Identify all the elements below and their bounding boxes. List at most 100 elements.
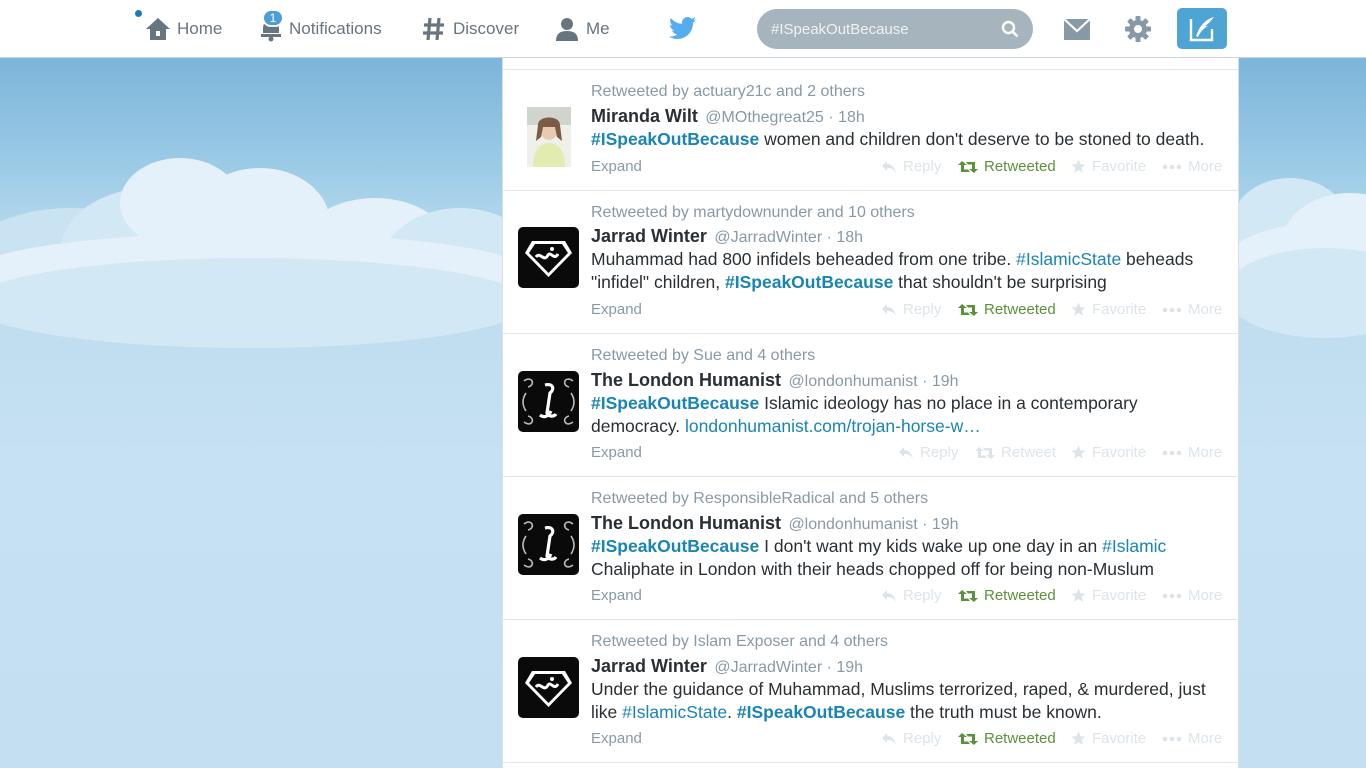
avatar[interactable] xyxy=(518,371,579,432)
nav-me[interactable]: Me xyxy=(554,0,610,58)
reply-action[interactable]: Reply xyxy=(881,587,941,604)
hashtag-link[interactable]: #ISpeakOutBecause xyxy=(591,536,759,556)
tweet-timestamp[interactable]: · 18h xyxy=(828,109,864,126)
more-action[interactable]: More xyxy=(1162,587,1222,604)
tweet-header: The London Humanist @londonhumanist · 19… xyxy=(591,513,959,534)
hashtag-link[interactable]: #ISpeakOutBecause xyxy=(591,129,759,149)
expand-link[interactable]: Expand xyxy=(591,301,642,318)
settings-gear-icon[interactable] xyxy=(1124,15,1152,43)
tweet[interactable]: Retweeted by Islam Exposer and 4 others … xyxy=(503,620,1238,763)
hashtag-icon xyxy=(423,17,444,41)
expand-link[interactable]: Expand xyxy=(591,730,642,747)
tweet[interactable]: Retweeted by actuary21c and 2 others Mir… xyxy=(503,70,1238,191)
reply-label: Reply xyxy=(903,158,942,175)
avatar[interactable] xyxy=(518,657,579,718)
more-action[interactable]: More xyxy=(1162,730,1222,747)
author-handle[interactable]: @londonhumanist xyxy=(788,373,917,390)
retweeted-label: Retweeted xyxy=(984,158,1056,175)
author-handle[interactable]: @londonhumanist xyxy=(788,516,917,533)
home-icon xyxy=(146,18,170,40)
more-action[interactable]: More xyxy=(1162,158,1222,175)
retweeted-by-context[interactable]: Retweeted by Islam Exposer and 4 others xyxy=(591,633,888,651)
search-input[interactable] xyxy=(771,20,1001,38)
search-box[interactable] xyxy=(757,9,1033,49)
star-icon xyxy=(1071,445,1086,459)
retweeted-by-context[interactable]: Retweeted by ResponsibleRadical and 5 ot… xyxy=(591,490,928,508)
tweet-header: The London Humanist @londonhumanist · 19… xyxy=(591,370,959,391)
retweet-icon xyxy=(958,303,978,316)
hashtag-link[interactable]: #ISpeakOutBecause xyxy=(591,393,759,413)
expand-link[interactable]: Expand xyxy=(591,444,642,461)
retweet-icon xyxy=(958,160,978,173)
reply-action[interactable]: Reply xyxy=(881,158,941,175)
tweet-timestamp[interactable]: · 19h xyxy=(922,373,958,390)
expand-link[interactable]: Expand xyxy=(591,158,642,175)
favorite-action[interactable]: Favorite xyxy=(1071,158,1146,175)
author-fullname[interactable]: Miranda Wilt xyxy=(591,106,698,126)
author-handle[interactable]: @JarradWinter xyxy=(714,659,822,676)
reply-arrow-icon xyxy=(882,589,896,602)
favorite-label: Favorite xyxy=(1092,301,1147,318)
hashtag-link[interactable]: #Islamic xyxy=(1102,536,1166,556)
author-fullname[interactable]: The London Humanist xyxy=(591,370,781,390)
tweet-timestamp[interactable]: · 19h xyxy=(922,516,958,533)
more-action[interactable]: More xyxy=(1162,444,1222,461)
favorite-action[interactable]: Favorite xyxy=(1071,301,1146,318)
favorite-action[interactable]: Favorite xyxy=(1071,444,1146,461)
hashtag-link[interactable]: #IslamicState xyxy=(622,702,727,722)
text-segment: that shouldn't be surprising xyxy=(893,272,1107,292)
tweet-timestamp[interactable]: · 19h xyxy=(827,659,863,676)
retweeted-action[interactable]: Retweeted xyxy=(958,301,1056,318)
retweeted-by-context[interactable]: Retweeted by actuary21c and 2 others xyxy=(591,83,865,101)
retweeted-action[interactable]: Retweeted xyxy=(958,730,1056,747)
hashtag-link[interactable]: #ISpeakOutBecause xyxy=(737,702,905,722)
author-handle[interactable]: @MOthegreat25 xyxy=(705,109,824,126)
tweet[interactable]: Retweeted by Sue and 4 others The London… xyxy=(503,334,1238,477)
messages-envelope-icon[interactable] xyxy=(1063,16,1091,42)
author-fullname[interactable]: The London Humanist xyxy=(591,513,781,533)
favorite-action[interactable]: Favorite xyxy=(1071,587,1146,604)
tweet-timestamp[interactable]: · 18h xyxy=(827,229,863,246)
twitter-bird-icon[interactable] xyxy=(669,16,697,40)
more-label: More xyxy=(1188,444,1223,461)
external-link[interactable]: londonhumanist.com/trojan-horse-w… xyxy=(685,416,981,436)
text-segment: the truth must be known. xyxy=(905,702,1102,722)
more-action[interactable]: More xyxy=(1162,301,1222,318)
tweet[interactable]: Retweeted by martydownunder and 10 other… xyxy=(503,191,1238,334)
hashtag-link[interactable]: #ISpeakOutBecause xyxy=(725,272,893,292)
notifications-count-badge: 1 xyxy=(262,9,284,27)
avatar[interactable] xyxy=(518,514,579,575)
tweet[interactable]: Retweeted by ResponsibleRadical and 5 ot… xyxy=(503,477,1238,620)
author-fullname[interactable]: Jarrad Winter xyxy=(591,656,707,676)
retweeted-by-context[interactable]: Retweeted by Sue and 4 others xyxy=(591,347,815,365)
author-handle[interactable]: @JarradWinter xyxy=(714,229,822,246)
text-segment: Muhammad had 800 infidels beheaded from … xyxy=(591,249,1017,269)
nav-discover-label: Discover xyxy=(453,19,520,38)
reply-action[interactable]: Reply xyxy=(881,301,941,318)
nav-discover[interactable]: Discover xyxy=(421,0,519,58)
retweet-action[interactable]: Retweet xyxy=(975,444,1056,461)
nav-me-label: Me xyxy=(586,19,610,38)
hashtag-link[interactable]: #IslamicState xyxy=(1016,249,1121,269)
reply-label: Reply xyxy=(920,444,959,461)
nav-notifications-label: Notifications xyxy=(289,19,382,38)
retweeted-by-context[interactable]: Retweeted by martydownunder and 10 other… xyxy=(591,204,915,222)
nav-home[interactable]: Home xyxy=(145,0,222,58)
star-icon xyxy=(1071,588,1086,602)
search-icon[interactable] xyxy=(1001,20,1019,38)
tweet-actions: Expand Reply Retweeted Favorite More xyxy=(503,158,1238,178)
retweeted-action[interactable]: Retweeted xyxy=(958,587,1056,604)
avatar[interactable] xyxy=(518,227,579,288)
reply-action[interactable]: Reply xyxy=(898,444,958,461)
favorite-action[interactable]: Favorite xyxy=(1071,730,1146,747)
nav-home-label: Home xyxy=(177,19,223,38)
more-dots-icon xyxy=(1162,450,1182,455)
retweeted-label: Retweeted xyxy=(984,730,1056,747)
compose-tweet-button[interactable] xyxy=(1177,8,1227,49)
star-icon xyxy=(1071,731,1086,745)
retweeted-action[interactable]: Retweeted xyxy=(958,158,1056,175)
author-fullname[interactable]: Jarrad Winter xyxy=(591,226,707,246)
reply-action[interactable]: Reply xyxy=(881,730,941,747)
retweet-label: Retweet xyxy=(1001,444,1057,461)
expand-link[interactable]: Expand xyxy=(591,587,642,604)
